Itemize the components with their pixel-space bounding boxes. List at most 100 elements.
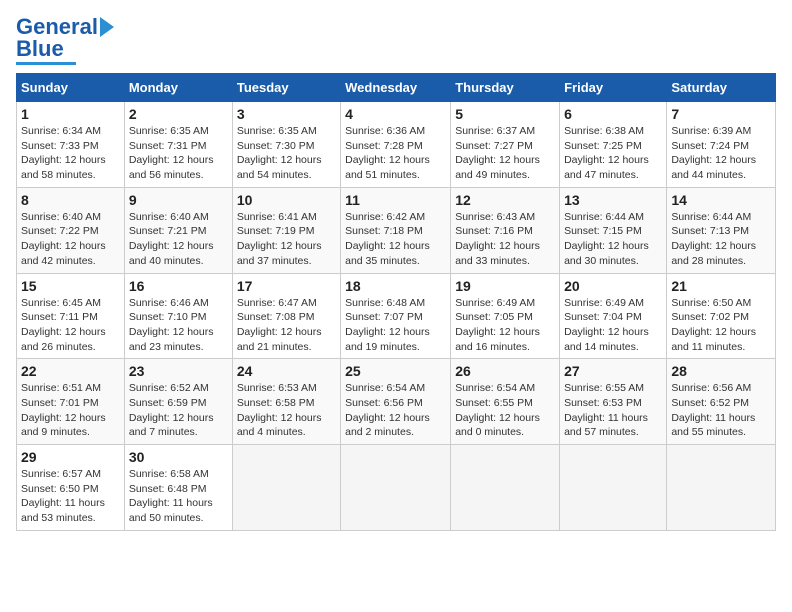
header-friday: Friday (560, 74, 667, 102)
logo-arrow-icon (100, 17, 114, 37)
calendar-cell: 14 Sunrise: 6:44 AMSunset: 7:13 PMDaylig… (667, 187, 776, 273)
day-info: Sunrise: 6:50 AMSunset: 7:02 PMDaylight:… (671, 297, 756, 353)
calendar-cell (341, 445, 451, 531)
day-info: Sunrise: 6:49 AMSunset: 7:04 PMDaylight:… (564, 297, 649, 353)
calendar-cell: 15 Sunrise: 6:45 AMSunset: 7:11 PMDaylig… (17, 273, 125, 359)
day-number: 23 (129, 363, 228, 379)
day-number: 16 (129, 278, 228, 294)
day-number: 20 (564, 278, 662, 294)
day-info: Sunrise: 6:49 AMSunset: 7:05 PMDaylight:… (455, 297, 540, 353)
day-number: 27 (564, 363, 662, 379)
calendar-cell: 10 Sunrise: 6:41 AMSunset: 7:19 PMDaylig… (232, 187, 340, 273)
calendar-cell: 29 Sunrise: 6:57 AMSunset: 6:50 PMDaylig… (17, 445, 125, 531)
calendar-cell: 5 Sunrise: 6:37 AMSunset: 7:27 PMDayligh… (451, 102, 560, 188)
day-info: Sunrise: 6:40 AMSunset: 7:22 PMDaylight:… (21, 211, 106, 267)
day-info: Sunrise: 6:46 AMSunset: 7:10 PMDaylight:… (129, 297, 214, 353)
day-number: 3 (237, 106, 336, 122)
day-info: Sunrise: 6:56 AMSunset: 6:52 PMDaylight:… (671, 382, 755, 438)
day-info: Sunrise: 6:34 AMSunset: 7:33 PMDaylight:… (21, 125, 106, 181)
day-info: Sunrise: 6:48 AMSunset: 7:07 PMDaylight:… (345, 297, 430, 353)
calendar-cell: 25 Sunrise: 6:54 AMSunset: 6:56 PMDaylig… (341, 359, 451, 445)
calendar-cell: 27 Sunrise: 6:55 AMSunset: 6:53 PMDaylig… (560, 359, 667, 445)
day-info: Sunrise: 6:54 AMSunset: 6:55 PMDaylight:… (455, 382, 540, 438)
header-wednesday: Wednesday (341, 74, 451, 102)
day-info: Sunrise: 6:55 AMSunset: 6:53 PMDaylight:… (564, 382, 648, 438)
day-number: 24 (237, 363, 336, 379)
calendar-week-row: 29 Sunrise: 6:57 AMSunset: 6:50 PMDaylig… (17, 445, 776, 531)
calendar-cell: 17 Sunrise: 6:47 AMSunset: 7:08 PMDaylig… (232, 273, 340, 359)
day-number: 1 (21, 106, 120, 122)
day-info: Sunrise: 6:44 AMSunset: 7:15 PMDaylight:… (564, 211, 649, 267)
day-number: 5 (455, 106, 555, 122)
day-number: 21 (671, 278, 771, 294)
calendar-week-row: 22 Sunrise: 6:51 AMSunset: 7:01 PMDaylig… (17, 359, 776, 445)
day-number: 17 (237, 278, 336, 294)
day-info: Sunrise: 6:35 AMSunset: 7:31 PMDaylight:… (129, 125, 214, 181)
calendar-table: SundayMondayTuesdayWednesdayThursdayFrid… (16, 73, 776, 531)
page-header: General Blue (16, 16, 776, 65)
day-number: 25 (345, 363, 446, 379)
day-number: 28 (671, 363, 771, 379)
calendar-cell: 19 Sunrise: 6:49 AMSunset: 7:05 PMDaylig… (451, 273, 560, 359)
day-number: 4 (345, 106, 446, 122)
calendar-cell: 30 Sunrise: 6:58 AMSunset: 6:48 PMDaylig… (124, 445, 232, 531)
logo-blue-text: Blue (16, 38, 64, 60)
day-number: 12 (455, 192, 555, 208)
day-info: Sunrise: 6:53 AMSunset: 6:58 PMDaylight:… (237, 382, 322, 438)
calendar-header-row: SundayMondayTuesdayWednesdayThursdayFrid… (17, 74, 776, 102)
calendar-week-row: 1 Sunrise: 6:34 AMSunset: 7:33 PMDayligh… (17, 102, 776, 188)
calendar-cell: 8 Sunrise: 6:40 AMSunset: 7:22 PMDayligh… (17, 187, 125, 273)
calendar-cell: 6 Sunrise: 6:38 AMSunset: 7:25 PMDayligh… (560, 102, 667, 188)
day-info: Sunrise: 6:51 AMSunset: 7:01 PMDaylight:… (21, 382, 106, 438)
calendar-cell (667, 445, 776, 531)
day-number: 18 (345, 278, 446, 294)
day-number: 9 (129, 192, 228, 208)
logo: General Blue (16, 16, 114, 65)
day-info: Sunrise: 6:41 AMSunset: 7:19 PMDaylight:… (237, 211, 322, 267)
calendar-cell: 13 Sunrise: 6:44 AMSunset: 7:15 PMDaylig… (560, 187, 667, 273)
header-monday: Monday (124, 74, 232, 102)
day-info: Sunrise: 6:57 AMSunset: 6:50 PMDaylight:… (21, 468, 105, 524)
calendar-cell: 23 Sunrise: 6:52 AMSunset: 6:59 PMDaylig… (124, 359, 232, 445)
day-number: 11 (345, 192, 446, 208)
day-number: 15 (21, 278, 120, 294)
calendar-cell: 11 Sunrise: 6:42 AMSunset: 7:18 PMDaylig… (341, 187, 451, 273)
day-info: Sunrise: 6:54 AMSunset: 6:56 PMDaylight:… (345, 382, 430, 438)
day-number: 26 (455, 363, 555, 379)
day-info: Sunrise: 6:37 AMSunset: 7:27 PMDaylight:… (455, 125, 540, 181)
day-number: 22 (21, 363, 120, 379)
calendar-cell: 12 Sunrise: 6:43 AMSunset: 7:16 PMDaylig… (451, 187, 560, 273)
day-info: Sunrise: 6:35 AMSunset: 7:30 PMDaylight:… (237, 125, 322, 181)
logo-line (16, 62, 76, 65)
day-info: Sunrise: 6:39 AMSunset: 7:24 PMDaylight:… (671, 125, 756, 181)
day-info: Sunrise: 6:52 AMSunset: 6:59 PMDaylight:… (129, 382, 214, 438)
calendar-cell (232, 445, 340, 531)
day-info: Sunrise: 6:42 AMSunset: 7:18 PMDaylight:… (345, 211, 430, 267)
header-thursday: Thursday (451, 74, 560, 102)
day-info: Sunrise: 6:45 AMSunset: 7:11 PMDaylight:… (21, 297, 106, 353)
day-info: Sunrise: 6:44 AMSunset: 7:13 PMDaylight:… (671, 211, 756, 267)
day-info: Sunrise: 6:40 AMSunset: 7:21 PMDaylight:… (129, 211, 214, 267)
header-tuesday: Tuesday (232, 74, 340, 102)
calendar-body: 1 Sunrise: 6:34 AMSunset: 7:33 PMDayligh… (17, 102, 776, 531)
calendar-cell: 26 Sunrise: 6:54 AMSunset: 6:55 PMDaylig… (451, 359, 560, 445)
calendar-cell: 1 Sunrise: 6:34 AMSunset: 7:33 PMDayligh… (17, 102, 125, 188)
calendar-cell: 22 Sunrise: 6:51 AMSunset: 7:01 PMDaylig… (17, 359, 125, 445)
day-number: 10 (237, 192, 336, 208)
calendar-cell: 7 Sunrise: 6:39 AMSunset: 7:24 PMDayligh… (667, 102, 776, 188)
day-number: 19 (455, 278, 555, 294)
day-info: Sunrise: 6:47 AMSunset: 7:08 PMDaylight:… (237, 297, 322, 353)
day-number: 8 (21, 192, 120, 208)
calendar-cell: 21 Sunrise: 6:50 AMSunset: 7:02 PMDaylig… (667, 273, 776, 359)
day-info: Sunrise: 6:36 AMSunset: 7:28 PMDaylight:… (345, 125, 430, 181)
header-saturday: Saturday (667, 74, 776, 102)
calendar-cell: 3 Sunrise: 6:35 AMSunset: 7:30 PMDayligh… (232, 102, 340, 188)
calendar-cell: 18 Sunrise: 6:48 AMSunset: 7:07 PMDaylig… (341, 273, 451, 359)
day-number: 2 (129, 106, 228, 122)
calendar-cell: 9 Sunrise: 6:40 AMSunset: 7:21 PMDayligh… (124, 187, 232, 273)
day-info: Sunrise: 6:43 AMSunset: 7:16 PMDaylight:… (455, 211, 540, 267)
calendar-cell: 24 Sunrise: 6:53 AMSunset: 6:58 PMDaylig… (232, 359, 340, 445)
calendar-cell: 20 Sunrise: 6:49 AMSunset: 7:04 PMDaylig… (560, 273, 667, 359)
calendar-week-row: 8 Sunrise: 6:40 AMSunset: 7:22 PMDayligh… (17, 187, 776, 273)
day-number: 7 (671, 106, 771, 122)
